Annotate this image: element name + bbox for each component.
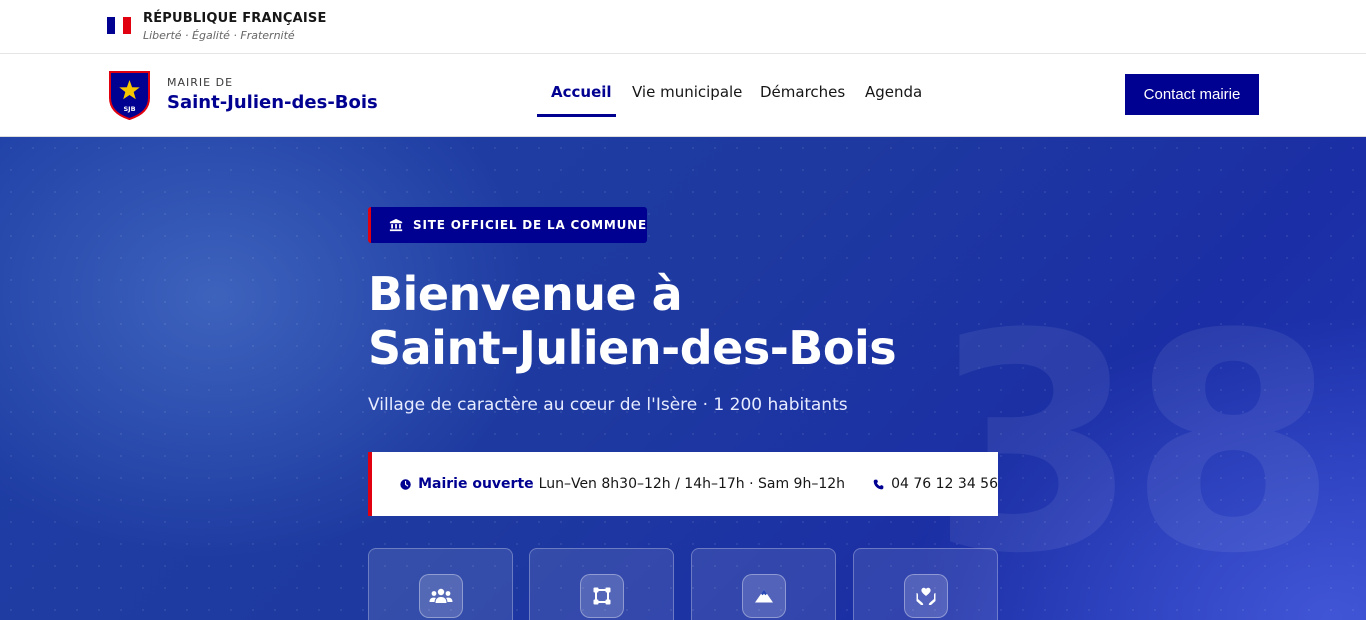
- nav-active-indicator: [537, 114, 616, 117]
- logo-text: SJB: [123, 105, 135, 113]
- mairie-status: Mairie ouverte: [418, 476, 534, 492]
- landmark-icon: [389, 218, 403, 232]
- clock-icon: [400, 478, 411, 490]
- hero-title-line1: Bienvenue à: [368, 267, 683, 321]
- phone-icon: [873, 479, 884, 489]
- quick-tile-1[interactable]: [368, 548, 513, 620]
- quick-tile-2[interactable]: [529, 548, 674, 620]
- nav-demarches[interactable]: Démarches: [760, 83, 845, 101]
- official-site-badge: SITE OFFICIEL DE LA COMMUNE: [368, 207, 647, 243]
- brand-name[interactable]: Saint-Julien-des-Bois: [167, 92, 378, 113]
- opening-hours: Lun–Ven 8h30–12h / 14h–17h · Sam 9h–12h: [538, 476, 846, 492]
- opening-hours-card: Mairie ouverte Lun–Ven 8h30–12h / 14h–17…: [368, 452, 998, 516]
- quick-tile-4[interactable]: [853, 548, 998, 620]
- french-flag-icon: [107, 17, 131, 34]
- nav-accueil[interactable]: Accueil: [551, 83, 612, 101]
- site-header: SJB MAIRIE DE Saint-Julien-des-Bois Accu…: [0, 54, 1366, 137]
- gov-bar: RÉPUBLIQUE FRANÇAISE Liberté · Égalité ·…: [0, 0, 1366, 54]
- hero-subtitle: Village de caractère au cœur de l'Isère …: [368, 395, 848, 415]
- users-icon: [418, 574, 463, 618]
- town-shield-logo[interactable]: SJB: [108, 70, 151, 120]
- gov-title: RÉPUBLIQUE FRANÇAISE: [143, 11, 327, 26]
- hero-section: 38 SITE OFFICIEL DE LA COMMUNE Bienvenue…: [0, 137, 1366, 620]
- gov-motto: Liberté · Égalité · Fraternité: [143, 29, 295, 42]
- nav-vie-municipale[interactable]: Vie municipale: [632, 83, 742, 101]
- hero-title-line2: Saint-Julien-des-Bois: [368, 321, 897, 375]
- badge-label: SITE OFFICIEL DE LA COMMUNE: [413, 218, 647, 232]
- brand-label: MAIRIE DE: [167, 76, 234, 89]
- quick-tile-3[interactable]: [691, 548, 836, 620]
- vector-square-icon: [579, 574, 624, 618]
- nav-agenda[interactable]: Agenda: [865, 83, 922, 101]
- phone-number[interactable]: 04 76 12 34 56: [891, 476, 998, 492]
- contact-mairie-button[interactable]: Contact mairie: [1125, 74, 1259, 115]
- hands-holding-heart-icon: [903, 574, 948, 618]
- hero-title: Bienvenue à Saint-Julien-des-Bois: [368, 267, 928, 375]
- mountain-icon: [741, 574, 786, 618]
